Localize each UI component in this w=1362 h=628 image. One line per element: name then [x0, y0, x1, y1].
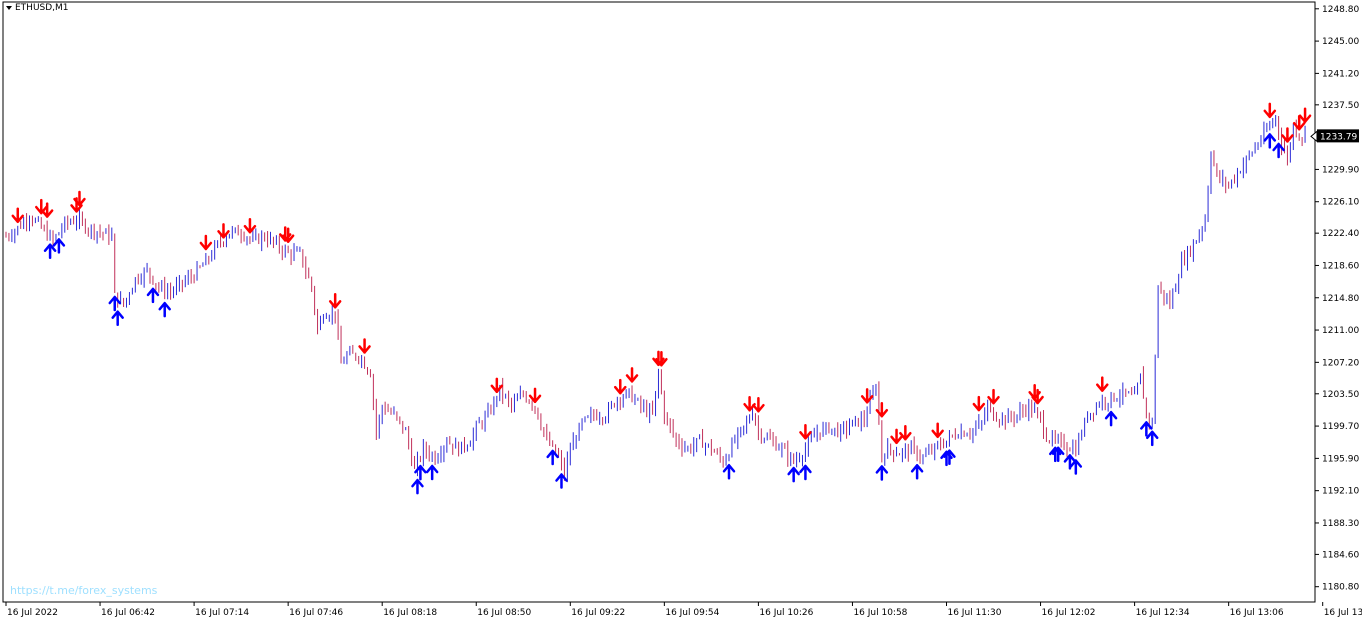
y-tick-label: 1237.50 — [1322, 101, 1359, 111]
price-chart[interactable]: 1248.801245.001241.201237.501233.701229.… — [0, 0, 1362, 624]
buy-signal-arrow — [146, 287, 160, 304]
buy-signal-arrow — [875, 465, 889, 481]
x-tick-label: 16 Jul 12:02 — [1042, 608, 1096, 618]
sell-signal-arrow — [358, 338, 371, 354]
symbol-text: ETHUSD,M1 — [15, 3, 69, 13]
sell-signal-arrow — [890, 428, 903, 445]
y-tick-label: 1241.20 — [1322, 69, 1359, 79]
x-tick-label: 16 Jul 2022 — [7, 608, 58, 618]
buy-signal-arrow — [414, 464, 427, 481]
buy-signal-arrow — [425, 464, 439, 481]
buy-signal-arrow — [1069, 459, 1083, 475]
y-tick-label: 1211.00 — [1322, 326, 1359, 336]
x-tick-label: 16 Jul 07:46 — [289, 608, 343, 618]
sell-signal-arrow — [743, 396, 756, 412]
sell-signal-arrow — [1281, 127, 1294, 143]
sell-signal-arrow — [243, 217, 257, 234]
buy-signal-arrow — [108, 295, 121, 312]
sell-signal-arrow — [799, 424, 812, 440]
buy-signal-arrow — [411, 478, 424, 495]
y-tick-label: 1195.90 — [1322, 454, 1359, 464]
sell-signal-arrow — [1298, 107, 1312, 123]
buy-signal-arrow — [111, 310, 124, 326]
x-tick-label: 16 Jul 11:30 — [947, 608, 1001, 618]
sell-signal-arrow — [1263, 102, 1277, 119]
buy-signal-arrow — [799, 464, 812, 481]
x-tick-label: 16 Jul 08:18 — [383, 608, 437, 618]
buy-signal-arrow — [1104, 410, 1118, 427]
buy-signal-arrow — [555, 473, 568, 489]
sell-signal-arrow — [1096, 376, 1109, 392]
y-tick-label: 1180.80 — [1322, 583, 1359, 593]
symbol-label[interactable]: ETHUSD,M1 — [6, 3, 69, 13]
x-tick-label: 16 Jul 09:54 — [665, 608, 719, 618]
buy-signal-arrow — [910, 464, 924, 480]
x-tick-label: 16 Jul 07:14 — [195, 608, 249, 618]
sell-signal-arrow — [972, 395, 986, 412]
y-tick-label: 1184.60 — [1322, 550, 1359, 560]
y-tick-label: 1188.30 — [1322, 519, 1359, 529]
y-tick-label: 1248.80 — [1322, 5, 1359, 15]
y-tick-label: 1192.10 — [1322, 487, 1359, 497]
y-tick-label: 1207.20 — [1322, 358, 1359, 368]
plot-frame — [2, 1, 1316, 603]
y-tick-label: 1222.40 — [1322, 229, 1359, 239]
y-tick-label: 1203.50 — [1322, 390, 1359, 400]
x-tick-label: 16 Jul 09:22 — [571, 608, 625, 618]
buy-signal-arrow — [1145, 430, 1159, 447]
y-tick-label: 1226.10 — [1322, 198, 1359, 208]
sell-signal-arrow — [875, 401, 889, 418]
sell-signal-arrow — [614, 378, 627, 395]
x-tick-label: 16 Jul 08:50 — [477, 608, 531, 618]
buy-signal-arrow — [158, 301, 171, 318]
sell-signal-arrow — [328, 293, 342, 309]
buy-signal-arrow — [546, 449, 559, 466]
buy-signal-arrow — [1263, 133, 1277, 149]
sell-signal-arrow — [625, 367, 639, 383]
sell-signal-arrow — [528, 387, 542, 404]
sell-signal-arrow — [931, 422, 944, 439]
buy-signal-arrow — [43, 243, 57, 259]
y-tick-label: 1214.80 — [1322, 294, 1359, 304]
sell-signal-arrow — [860, 388, 874, 404]
sell-signal-arrow — [11, 207, 25, 224]
triangle-down-icon[interactable] — [6, 6, 12, 10]
sell-signal-arrow — [199, 234, 213, 251]
x-tick-label: 16 Jul 12:34 — [1136, 608, 1190, 618]
x-tick-label: 16 Jul 13:06 — [1230, 608, 1284, 618]
x-tick-label: 16 Jul 13:38 — [1324, 608, 1362, 618]
x-tick-label: 16 Jul 06:42 — [101, 608, 155, 618]
y-tick-label: 1199.70 — [1322, 422, 1359, 432]
y-tick-label: 1229.90 — [1322, 165, 1359, 175]
current-price-pointer — [1310, 130, 1318, 143]
sell-signal-arrow — [217, 223, 230, 239]
sell-signal-arrow — [490, 377, 504, 394]
buy-signal-arrow — [787, 466, 800, 483]
buy-signal-arrow — [722, 464, 736, 480]
x-tick-label: 16 Jul 10:26 — [759, 608, 813, 618]
watermark-text: https://t.me/forex_systems — [10, 584, 158, 597]
buy-signal-arrow — [1272, 142, 1285, 159]
x-tick-label: 16 Jul 10:58 — [853, 608, 907, 618]
y-tick-label: 1245.00 — [1322, 37, 1359, 47]
y-tick-label: 1218.60 — [1322, 261, 1359, 271]
chart-canvas[interactable]: 1248.801245.001241.201237.501233.701229.… — [0, 0, 1362, 624]
sell-signal-arrow — [987, 388, 1000, 405]
current-price-label: 1233.79 — [1320, 132, 1357, 142]
